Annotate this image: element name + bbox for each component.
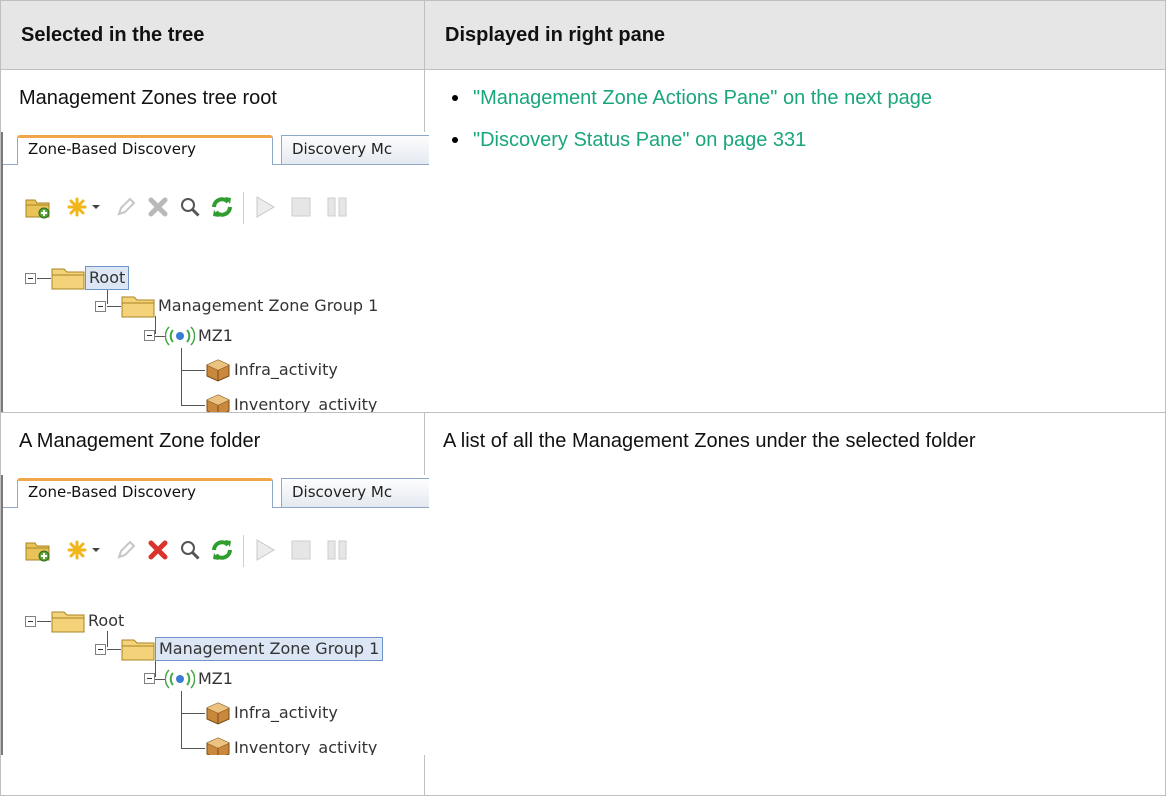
- discovery-status-link[interactable]: "Discovery Status Pane" on page 331: [473, 129, 806, 151]
- tree-node-zone[interactable]: MZ1: [165, 323, 236, 349]
- tab-zone-based-discovery[interactable]: Zone-Based Discovery: [17, 135, 273, 165]
- pause-icon[interactable]: [323, 190, 351, 224]
- folder-icon: [121, 639, 155, 661]
- tree-node-root[interactable]: Root: [51, 265, 130, 291]
- management-zone-icon: [165, 669, 195, 689]
- collapse-zone-icon[interactable]: [144, 330, 155, 341]
- refresh-icon[interactable]: [207, 533, 237, 567]
- stop-icon[interactable]: [287, 190, 315, 224]
- tree-node-group[interactable]: Management Zone Group 1: [121, 293, 381, 319]
- delete-icon[interactable]: [145, 533, 171, 567]
- tab-discovery-modules[interactable]: Discovery Mc: [281, 135, 429, 164]
- package-icon: [206, 359, 230, 382]
- tree-node-label: MZ1: [198, 326, 233, 345]
- displayed-text: A list of all the Management Zones under…: [443, 430, 976, 452]
- column-header-displayed: Displayed in right pane: [424, 0, 1166, 70]
- tree-node-label: Management Zone Group 1: [158, 296, 379, 315]
- toolbar: [21, 533, 429, 573]
- new-item-icon[interactable]: [65, 190, 89, 224]
- tree-node-label: Infra_activity: [234, 360, 338, 379]
- tree-node-label: Root: [85, 266, 130, 290]
- column-header-selected: Selected in the tree: [0, 0, 425, 70]
- tab-bar: Zone-Based Discovery Discovery Mc: [3, 132, 429, 165]
- zone-tree: Root Management Zone Group 1 MZ1 Infra_a…: [3, 244, 429, 412]
- management-zone-actions-link[interactable]: "Management Zone Actions Pane" on the ne…: [473, 87, 932, 109]
- selected-cell: Management Zones tree root Zone-Based Di…: [0, 69, 429, 413]
- list-item: "Discovery Status Pane" on page 331: [443, 124, 1151, 156]
- folder-icon: [51, 611, 85, 633]
- table-row: Management Zones tree root Zone-Based Di…: [0, 69, 1166, 413]
- info-table: Selected in the tree Displayed in right …: [0, 0, 1166, 796]
- displayed-cell: "Management Zone Actions Pane" on the ne…: [424, 69, 1166, 413]
- table-row: A Management Zone folder Zone-Based Disc…: [0, 412, 1166, 796]
- tree-node-activity[interactable]: Infra_activity: [205, 357, 341, 383]
- collapse-root-icon[interactable]: [25, 273, 36, 284]
- tree-screenshot: Zone-Based Discovery Discovery Mc Root M…: [1, 132, 429, 412]
- folder-icon: [51, 268, 85, 290]
- tab-bar: Zone-Based Discovery Discovery Mc: [3, 475, 429, 508]
- tree-node-label: Root: [88, 611, 125, 630]
- folder-icon: [121, 296, 155, 318]
- tree-node-label: Inventory_activity: [234, 738, 378, 755]
- play-icon[interactable]: [251, 190, 279, 224]
- table-header-row: Selected in the tree Displayed in right …: [0, 0, 1166, 70]
- pane-links: "Management Zone Actions Pane" on the ne…: [443, 82, 1151, 156]
- displayed-cell: A list of all the Management Zones under…: [424, 412, 1166, 796]
- collapse-group-icon[interactable]: [95, 644, 106, 655]
- toolbar: [21, 190, 429, 230]
- stop-icon[interactable]: [287, 533, 315, 567]
- selected-cell: A Management Zone folder Zone-Based Disc…: [0, 412, 429, 796]
- tab-discovery-modules[interactable]: Discovery Mc: [281, 478, 429, 507]
- tree-node-root[interactable]: Root: [51, 608, 127, 634]
- pause-icon[interactable]: [323, 533, 351, 567]
- dropdown-arrow-icon[interactable]: [89, 533, 103, 567]
- package-icon: [206, 702, 230, 725]
- tree-node-group[interactable]: Management Zone Group 1: [121, 636, 384, 662]
- collapse-root-icon[interactable]: [25, 616, 36, 627]
- edit-icon[interactable]: [113, 190, 139, 224]
- delete-icon[interactable]: [145, 190, 171, 224]
- tree-screenshot: Zone-Based Discovery Discovery Mc Root M…: [1, 475, 429, 755]
- edit-icon[interactable]: [113, 533, 139, 567]
- search-icon[interactable]: [177, 533, 203, 567]
- new-folder-icon[interactable]: [21, 533, 55, 567]
- tree-node-label: Infra_activity: [234, 703, 338, 722]
- selected-text: A Management Zone folder: [19, 430, 261, 452]
- tree-node-label: Inventory_activity: [234, 395, 378, 412]
- tree-node-zone[interactable]: MZ1: [165, 666, 236, 692]
- zone-tree: Root Management Zone Group 1 MZ1 Infra_a…: [3, 587, 429, 755]
- tree-node-activity[interactable]: Inventory_activity: [205, 392, 380, 412]
- tree-node-activity[interactable]: Inventory_activity: [205, 735, 380, 755]
- tree-node-label: Management Zone Group 1: [155, 637, 384, 661]
- search-icon[interactable]: [177, 190, 203, 224]
- play-icon[interactable]: [251, 533, 279, 567]
- dropdown-arrow-icon[interactable]: [89, 190, 103, 224]
- collapse-zone-icon[interactable]: [144, 673, 155, 684]
- list-item: "Management Zone Actions Pane" on the ne…: [443, 82, 1151, 114]
- new-item-icon[interactable]: [65, 533, 89, 567]
- tree-node-label: MZ1: [198, 669, 233, 688]
- new-folder-icon[interactable]: [21, 190, 55, 224]
- management-zone-icon: [165, 326, 195, 346]
- package-icon: [206, 394, 230, 412]
- tree-node-activity[interactable]: Infra_activity: [205, 700, 341, 726]
- refresh-icon[interactable]: [207, 190, 237, 224]
- package-icon: [206, 737, 230, 755]
- selected-text: Management Zones tree root: [19, 87, 277, 109]
- tab-zone-based-discovery[interactable]: Zone-Based Discovery: [17, 478, 273, 508]
- collapse-group-icon[interactable]: [95, 301, 106, 312]
